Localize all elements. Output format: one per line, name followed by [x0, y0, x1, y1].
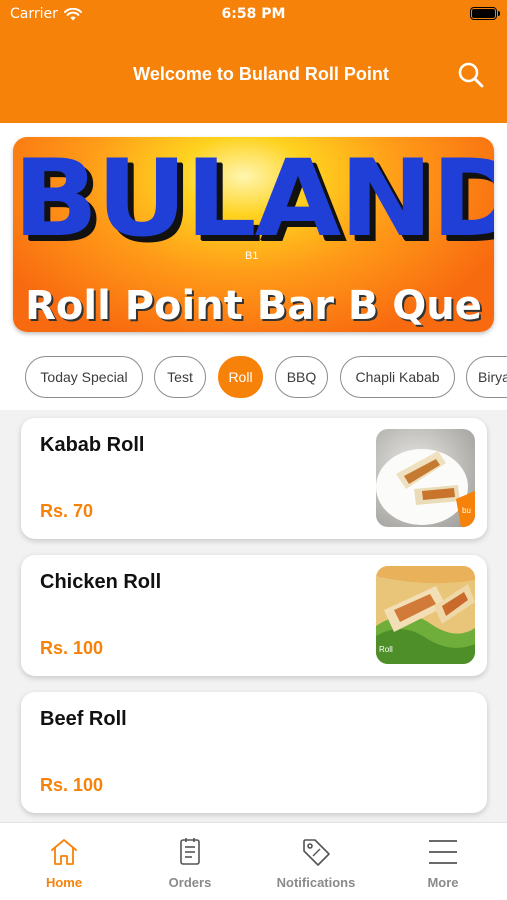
chip-roll[interactable]: Roll [218, 356, 263, 398]
banner-mark: B1 [245, 250, 259, 262]
bottom-tab-bar: Home Orders Notifications More [0, 822, 507, 900]
home-icon [51, 839, 77, 865]
item-name: Beef Roll [40, 708, 127, 730]
chip-today-special[interactable]: Today Special [25, 356, 143, 398]
page-title: Welcome to Buland Roll Point [133, 64, 389, 84]
item-price: Rs. 100 [40, 638, 104, 658]
battery-icon [470, 7, 500, 20]
search-icon[interactable] [457, 61, 485, 89]
menu-item-card[interactable]: Kabab Roll Rs. 70 bu [21, 418, 487, 539]
menu-icon [429, 840, 457, 864]
chip-bbq[interactable]: BBQ [275, 356, 328, 398]
tab-orders[interactable]: Orders [130, 837, 250, 890]
category-chips: Today Special Test Roll BBQ Chapli Kabab… [0, 345, 507, 410]
status-bar: Carrier 6:58 PM [0, 0, 507, 30]
item-name: Kabab Roll [40, 434, 145, 456]
item-price: Rs. 100 [40, 775, 104, 795]
tab-notifications[interactable]: Notifications [256, 837, 376, 890]
svg-text:bu: bu [462, 506, 471, 515]
item-price: Rs. 70 [40, 501, 94, 521]
tag-icon [303, 839, 330, 866]
banner-subtitle: Roll Point Bar B Que [25, 283, 482, 329]
item-image: Roll [376, 566, 475, 664]
promo-banner[interactable]: BULAND B1 Roll Point Bar B Que [13, 137, 494, 332]
tab-label: Notifications [276, 875, 356, 890]
svg-text:Roll: Roll [379, 645, 393, 654]
menu-item-card[interactable]: Beef Roll Rs. 100 [21, 692, 487, 813]
menu-item-card[interactable]: Chicken Roll Rs. 100 Roll [21, 555, 487, 676]
tab-more[interactable]: More [383, 837, 503, 890]
item-name: Chicken Roll [40, 571, 162, 593]
banner-title: BULAND [13, 137, 494, 261]
item-image: bu [376, 429, 475, 527]
orders-icon [180, 838, 200, 865]
banner-section: BULAND B1 Roll Point Bar B Que [0, 123, 507, 345]
tab-label: Home [45, 875, 83, 890]
tab-label: More [427, 875, 459, 890]
status-time: 6:58 PM [221, 6, 286, 22]
chip-biryani[interactable]: Biryani [466, 356, 507, 398]
tab-label: Orders [168, 875, 212, 890]
chip-test[interactable]: Test [154, 356, 206, 398]
app-header: Carrier 6:58 PM Welcome to Buland Roll P… [0, 0, 507, 123]
tab-home[interactable]: Home [4, 837, 124, 890]
chip-chapli-kabab[interactable]: Chapli Kabab [340, 356, 455, 398]
